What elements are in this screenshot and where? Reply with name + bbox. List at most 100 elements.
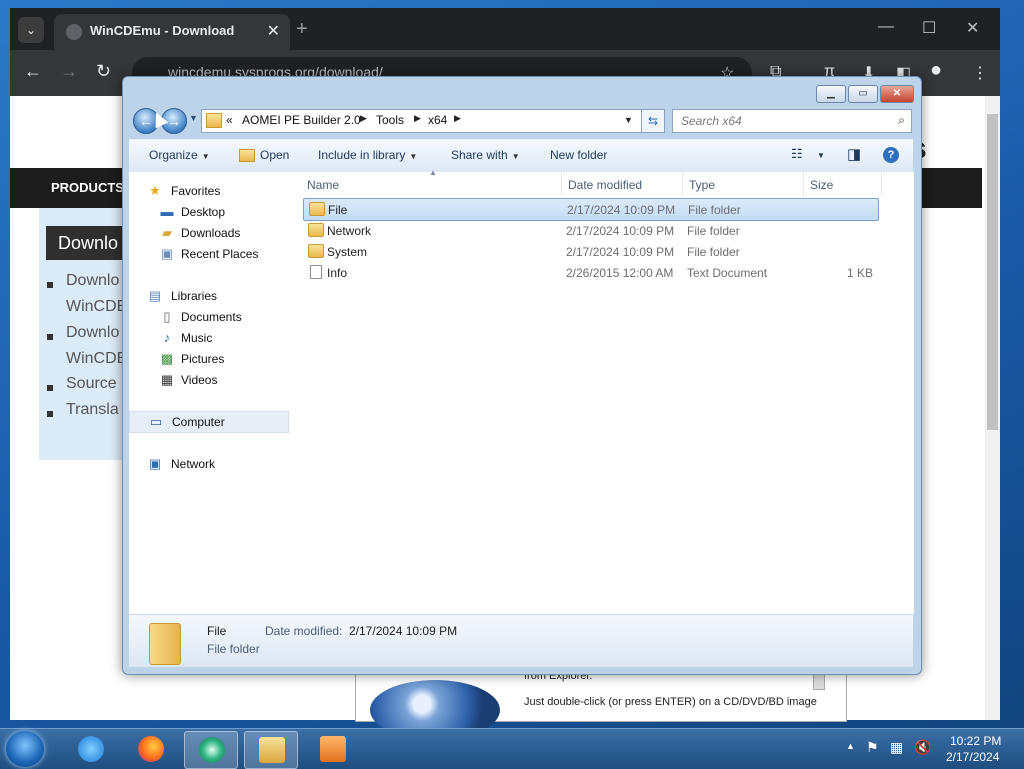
- page-link[interactable]: WinCDE: [66, 298, 127, 316]
- column-header-name[interactable]: Name: [301, 172, 562, 196]
- action-center-flag-icon[interactable]: ⚑: [866, 739, 879, 756]
- nav-desktop[interactable]: ▬ Desktop: [129, 202, 287, 222]
- file-row[interactable]: System 2/17/2024 10:09 PM File folder: [303, 241, 877, 262]
- network-tray-icon[interactable]: ▦: [890, 739, 903, 756]
- open-button[interactable]: Open: [260, 148, 289, 162]
- recent-pages-dropdown-icon[interactable]: ▼: [189, 113, 198, 123]
- reload-icon[interactable]: ↻: [96, 61, 111, 82]
- nav-products-link[interactable]: PRODUCTS: [51, 180, 124, 195]
- clock-time[interactable]: 10:22 PM: [950, 734, 1001, 748]
- taskbar-chrome[interactable]: [184, 731, 238, 769]
- bullet: [47, 282, 53, 288]
- nav-computer[interactable]: ▭ Computer: [129, 411, 289, 433]
- file-row[interactable]: File 2/17/2024 10:09 PM File folder: [303, 198, 879, 221]
- nav-downloads[interactable]: ▰ Downloads: [129, 223, 287, 243]
- new-tab-button[interactable]: +: [296, 18, 308, 41]
- page-link[interactable]: Downlo: [66, 324, 119, 342]
- column-header-size[interactable]: Size: [804, 172, 882, 196]
- file-date: 2/17/2024 10:09 PM: [567, 203, 676, 217]
- taskbar-internet-explorer[interactable]: [64, 731, 116, 767]
- taskbar-media-player[interactable]: [306, 731, 358, 767]
- address-overflow[interactable]: «: [226, 113, 233, 127]
- breadcrumb-arrow-icon[interactable]: ▶: [454, 113, 461, 124]
- column-header-type[interactable]: Type: [683, 172, 804, 196]
- page-link[interactable]: Downlo: [66, 272, 119, 290]
- file-size: 1 KB: [847, 266, 874, 280]
- share-with-button[interactable]: Share with ▼: [451, 148, 520, 162]
- breadcrumb-arrow-icon[interactable]: ▶: [360, 113, 367, 124]
- show-hidden-icons-icon[interactable]: ▲: [846, 741, 855, 751]
- file-name: Info: [327, 266, 348, 280]
- nav-libraries[interactable]: ▤ Libraries: [129, 286, 287, 306]
- breadcrumb-tools[interactable]: Tools: [376, 113, 404, 127]
- file-type: Text Document: [687, 266, 768, 280]
- breadcrumb-arrow-icon[interactable]: ▶: [414, 113, 421, 124]
- include-in-library-button[interactable]: Include in library ▼: [318, 148, 417, 162]
- profile-avatar-icon[interactable]: ●: [930, 59, 942, 82]
- forward-arrow-icon[interactable]: →: [60, 61, 78, 82]
- preview-pane-icon[interactable]: ◨: [847, 145, 861, 163]
- details-type: File folder: [207, 642, 260, 656]
- site-favicon-icon: [66, 24, 82, 40]
- large-folder-icon: [149, 623, 181, 665]
- address-bar[interactable]: « AOMEI PE Builder 2.0 ▶ Tools ▶ x64 ▶ ▼: [201, 109, 665, 133]
- page-scrollbar-thumb[interactable]: [987, 114, 998, 430]
- folder-icon: [206, 113, 222, 128]
- downloads-folder-icon: ▰: [162, 225, 172, 240]
- volume-muted-icon[interactable]: 🔇: [914, 739, 931, 756]
- change-view-icon[interactable]: ☷: [791, 146, 803, 162]
- maximize-button[interactable]: ▭: [848, 85, 878, 103]
- clock-date[interactable]: 2/17/2024: [946, 750, 999, 764]
- browser-tab[interactable]: WinCDEmu - Download ✕: [54, 14, 290, 50]
- minimize-browser-icon[interactable]: —: [878, 18, 894, 36]
- chrome-menu-icon[interactable]: ⋮: [972, 63, 988, 83]
- browser-tab-title: WinCDEmu - Download: [90, 23, 235, 38]
- file-row[interactable]: Info 2/26/2015 12:00 AM Text Document 1 …: [303, 262, 877, 283]
- tab-search-button[interactable]: ⌄: [18, 17, 44, 43]
- search-icon[interactable]: ⌕: [898, 113, 905, 128]
- refresh-icon[interactable]: ⇆: [641, 109, 665, 133]
- nav-videos[interactable]: ▦ Videos: [129, 370, 287, 390]
- nav-pictures[interactable]: ▩ Pictures: [129, 349, 287, 369]
- view-dropdown-icon[interactable]: ▼: [817, 151, 825, 160]
- close-tab-icon[interactable]: ✕: [267, 21, 280, 41]
- bullet: [47, 334, 53, 340]
- media-player-icon: [320, 736, 346, 762]
- nav-music[interactable]: ♪ Music: [129, 328, 287, 348]
- file-type: File folder: [688, 203, 741, 217]
- page-link[interactable]: WinCDE: [66, 350, 127, 368]
- firefox-icon: [138, 736, 164, 762]
- nav-network[interactable]: ▣ Network: [129, 454, 287, 474]
- taskbar-firefox[interactable]: [124, 731, 176, 767]
- column-header-date-modified[interactable]: Date modified: [562, 172, 683, 196]
- file-row[interactable]: Network 2/17/2024 10:09 PM File folder: [303, 220, 877, 241]
- search-input[interactable]: Search x64 ⌕: [672, 109, 912, 133]
- breadcrumb-aomei[interactable]: AOMEI PE Builder 2.0: [242, 113, 361, 127]
- organize-button[interactable]: Organize ▼: [149, 148, 210, 162]
- minimize-button[interactable]: ▁: [816, 85, 846, 103]
- close-browser-icon[interactable]: ✕: [966, 18, 979, 38]
- close-button[interactable]: ✕: [880, 85, 914, 103]
- recent-places-icon: ▣: [160, 246, 174, 261]
- image-caption: Just double-click (or press ENTER) on a …: [524, 696, 817, 708]
- file-date: 2/26/2015 12:00 AM: [566, 266, 674, 280]
- back-arrow-icon[interactable]: ←: [24, 61, 42, 82]
- open-folder-icon: [239, 149, 255, 162]
- command-bar: Organize ▼ Open Include in library ▼ Share…: [129, 139, 913, 173]
- network-icon: ▣: [148, 456, 162, 471]
- page-link[interactable]: Source: [66, 375, 117, 393]
- nav-documents[interactable]: ▯ Documents: [129, 307, 287, 327]
- breadcrumb-x64[interactable]: x64: [428, 113, 447, 127]
- file-date: 2/17/2024 10:09 PM: [566, 245, 675, 259]
- address-dropdown-icon[interactable]: ▼: [624, 115, 633, 125]
- help-icon[interactable]: ?: [883, 147, 899, 163]
- nav-recent-places[interactable]: ▣ Recent Places: [129, 244, 287, 264]
- file-explorer-icon: [259, 737, 285, 763]
- nav-favorites[interactable]: ★ Favorites: [129, 181, 287, 201]
- browser-icon: [199, 737, 225, 763]
- start-button[interactable]: [6, 731, 44, 767]
- new-folder-button[interactable]: New folder: [550, 148, 607, 162]
- maximize-browser-icon[interactable]: ☐: [922, 18, 936, 38]
- taskbar-explorer[interactable]: [244, 731, 298, 769]
- page-link[interactable]: Transla: [66, 401, 119, 419]
